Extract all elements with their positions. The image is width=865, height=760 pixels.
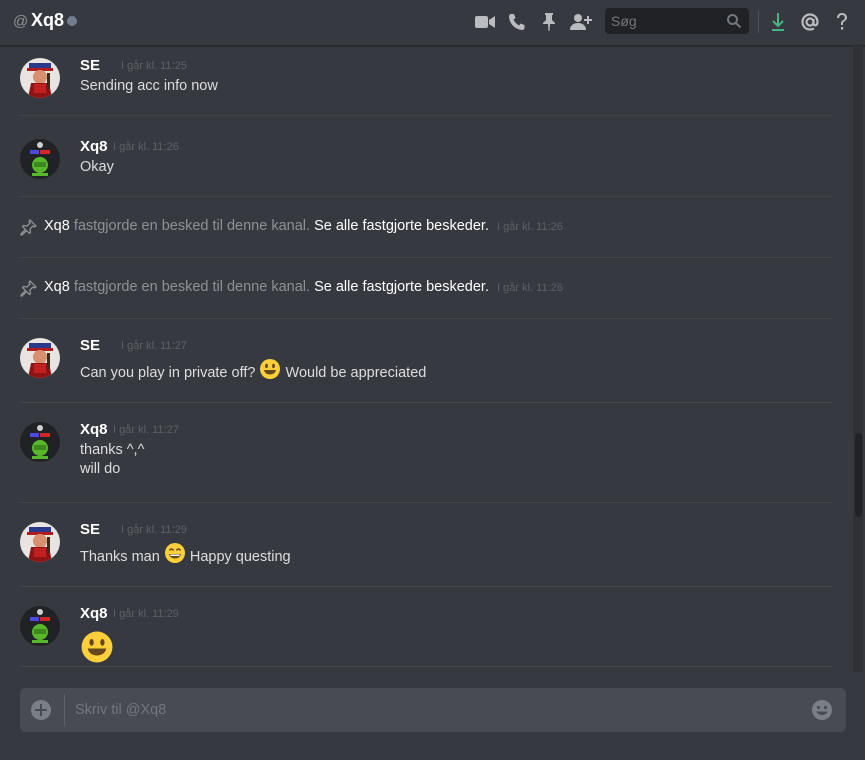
message-author[interactable]: Xq8 xyxy=(80,605,108,622)
avatar-xq8[interactable] xyxy=(20,139,60,179)
message-text-part: Happy questing xyxy=(189,548,291,565)
message-divider xyxy=(20,196,832,197)
message-timestamp: I går kl. 11:29 xyxy=(121,524,187,536)
system-actor[interactable]: Xq8 xyxy=(44,218,70,234)
scrollbar-thumb[interactable] xyxy=(855,433,862,517)
smiley-large-emoji-icon[interactable] xyxy=(80,630,114,669)
message-text: Can you play in private off? Would be ap… xyxy=(80,358,427,386)
message-text-part: Can you play in private off? xyxy=(80,364,256,381)
avatar-xq8[interactable] xyxy=(20,422,60,462)
channel-header: @ Xq8 xyxy=(0,0,865,46)
message-divider xyxy=(20,666,832,667)
scrollbar-track[interactable] xyxy=(853,46,863,672)
download-icon[interactable] xyxy=(766,10,790,34)
channel-title: Xq8 xyxy=(31,10,65,30)
message-text-part: Would be appreciated xyxy=(285,364,427,381)
message-timestamp: I går kl. 11:26 xyxy=(113,141,179,153)
message-composer xyxy=(20,688,846,732)
smile-emoji-icon[interactable] xyxy=(164,542,186,568)
pin-icon[interactable] xyxy=(537,10,561,34)
message-divider xyxy=(20,402,832,403)
message-input[interactable] xyxy=(74,688,794,732)
system-action-text: fastgjorde en besked til denne kanal. xyxy=(73,279,311,295)
message-text: Okay xyxy=(80,159,114,175)
pin-icon xyxy=(20,279,38,301)
help-icon[interactable] xyxy=(830,10,854,34)
message-text: Sending acc info now xyxy=(80,78,218,94)
add-member-icon[interactable] xyxy=(569,10,593,34)
message-text-part: Thanks man xyxy=(80,548,160,565)
system-message-pin: Xq8 fastgjorde en besked til denne kanal… xyxy=(20,218,832,238)
avatar-se[interactable] xyxy=(20,58,60,98)
status-indicator xyxy=(67,16,77,26)
message-divider xyxy=(20,115,832,116)
message-timestamp: I går kl. 11:25 xyxy=(121,60,187,72)
message-divider xyxy=(20,502,832,503)
message-text: will do xyxy=(80,461,121,477)
message-author[interactable]: SE xyxy=(80,337,100,354)
avatar-se[interactable] xyxy=(20,522,60,562)
mention-icon[interactable] xyxy=(798,10,822,34)
view-pinned-link[interactable]: Se alle fastgjorte beskeder. xyxy=(314,218,489,234)
pin-icon xyxy=(20,218,38,240)
system-action-text: fastgjorde en besked til denne kanal. xyxy=(73,218,311,234)
message-text: Thanks man Happy questing xyxy=(80,542,291,570)
message-timestamp: I går kl. 11:27 xyxy=(121,340,187,352)
system-timestamp: I går kl. 11:26 xyxy=(497,282,563,294)
system-timestamp: I går kl. 11:26 xyxy=(497,221,563,233)
search-icon xyxy=(726,13,742,34)
message-divider xyxy=(20,586,832,587)
message-author[interactable]: Xq8 xyxy=(80,138,108,155)
upload-plus-icon[interactable] xyxy=(31,700,51,720)
smiley-emoji-icon[interactable] xyxy=(259,358,281,384)
video-icon[interactable] xyxy=(473,10,497,34)
composer-divider xyxy=(64,694,65,726)
search-input[interactable] xyxy=(605,8,725,34)
system-actor[interactable]: Xq8 xyxy=(44,279,70,295)
message-author[interactable]: SE xyxy=(80,57,100,74)
dm-at-icon: @ xyxy=(13,13,29,30)
message-divider xyxy=(20,257,832,258)
phone-icon[interactable] xyxy=(505,10,529,34)
message-timestamp: I går kl. 11:27 xyxy=(113,424,179,436)
header-divider xyxy=(758,11,759,33)
search-box[interactable] xyxy=(605,8,749,34)
message-author[interactable]: SE xyxy=(80,521,100,538)
avatar-se[interactable] xyxy=(20,338,60,378)
avatar-xq8[interactable] xyxy=(20,606,60,646)
emoji-picker-icon[interactable] xyxy=(811,699,833,726)
system-message-pin: Xq8 fastgjorde en besked til denne kanal… xyxy=(20,279,832,299)
message-text: thanks ^,^ xyxy=(80,442,145,458)
message-list[interactable]: SE I går kl. 11:25 Sending acc info now … xyxy=(0,46,852,672)
message-timestamp: I går kl. 11:29 xyxy=(113,608,179,620)
message-author[interactable]: Xq8 xyxy=(80,421,108,438)
view-pinned-link[interactable]: Se alle fastgjorte beskeder. xyxy=(314,279,489,295)
message-divider xyxy=(20,318,832,319)
